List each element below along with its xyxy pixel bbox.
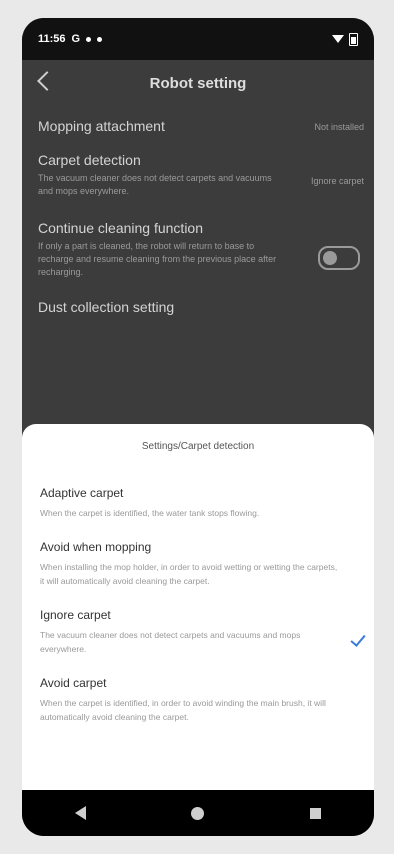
option-ignore-carpet[interactable]: Ignore carpet The vacuum cleaner does no… [22, 608, 374, 656]
status-time: 11:56 [38, 33, 66, 45]
phone-screen: 11:56 G Robot setting Mopping attachment… [22, 18, 374, 836]
notification-icon [86, 36, 92, 42]
wifi-icon [332, 35, 344, 43]
nav-home-icon[interactable] [191, 806, 205, 820]
top-bar: Robot setting [22, 60, 374, 106]
option-desc: When the carpet is identified, the water… [40, 508, 260, 518]
setting-value: Not installed [314, 122, 364, 132]
battery-icon [349, 32, 358, 46]
system-nav-bar [22, 790, 374, 836]
setting-dust-collection[interactable]: Dust collection setting [22, 287, 374, 323]
option-desc: When the carpet is identified, in order … [40, 698, 326, 722]
option-name: Avoid when mopping [40, 540, 152, 554]
setting-value: Ignore carpet [310, 176, 364, 186]
setting-label: Dust collection setting [38, 299, 175, 315]
status-indicator: G [71, 33, 81, 45]
option-avoid-when-mopping[interactable]: Avoid when mopping When installing the m… [22, 540, 374, 588]
setting-mopping-attachment[interactable]: Mopping attachment Not installed [22, 106, 374, 142]
setting-desc: The vacuum cleaner does not detect carpe… [38, 173, 272, 196]
page-title: Robot setting [149, 74, 247, 92]
option-desc: The vacuum cleaner does not detect carpe… [40, 630, 301, 654]
nav-recents-icon[interactable] [310, 807, 322, 819]
sheet-title: Settings/Carpet detection [141, 441, 255, 452]
check-icon [350, 631, 366, 647]
nav-back-icon[interactable] [74, 806, 86, 820]
notification-icon-2 [97, 36, 103, 42]
option-avoid-carpet[interactable]: Avoid carpet When the carpet is identifi… [22, 676, 374, 724]
option-adaptive-carpet[interactable]: Adaptive carpet When the carpet is ident… [22, 486, 374, 520]
setting-carpet-detection[interactable]: Carpet detection The vacuum cleaner does… [22, 142, 374, 206]
setting-desc: If only a part is cleaned, the robot wil… [38, 241, 277, 277]
option-name: Avoid carpet [40, 676, 107, 690]
option-name: Ignore carpet [40, 608, 111, 622]
setting-continue-cleaning[interactable]: Continue cleaning function If only a par… [22, 206, 374, 287]
carpet-detection-sheet: Settings/Carpet detection Adaptive carpe… [22, 424, 374, 790]
option-desc: When installing the mop holder, in order… [40, 562, 338, 586]
continue-cleaning-toggle[interactable] [318, 246, 360, 270]
setting-label: Continue cleaning function [38, 220, 204, 236]
status-bar: 11:56 G [22, 18, 374, 60]
setting-label: Mopping attachment [38, 118, 165, 134]
setting-label: Carpet detection [38, 152, 141, 168]
option-name: Adaptive carpet [40, 486, 124, 500]
status-left: 11:56 G [38, 33, 103, 45]
status-right [332, 32, 358, 46]
